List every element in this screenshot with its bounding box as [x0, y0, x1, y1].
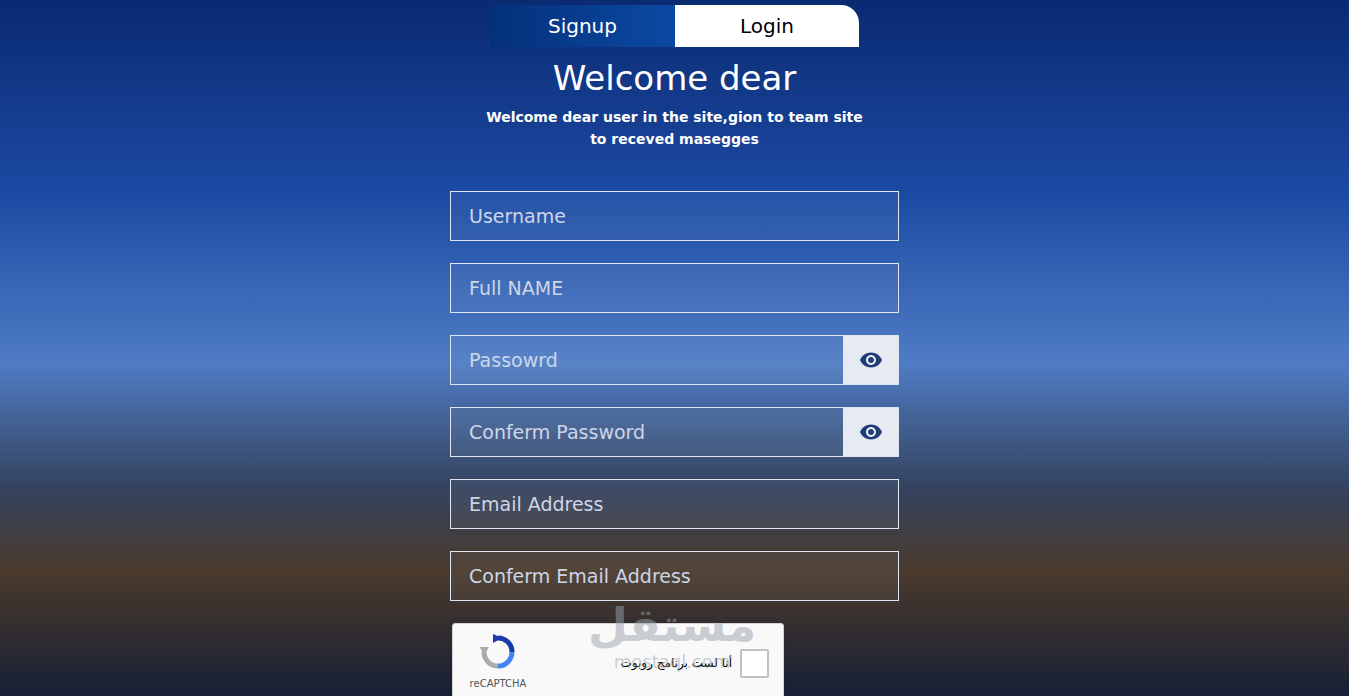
eye-icon: [859, 348, 883, 372]
subtitle-line: to receved masegges: [590, 128, 759, 150]
watermark: مستقلmostaql.com: [588, 598, 756, 672]
show-password-button[interactable]: [843, 408, 898, 456]
text-input[interactable]: [450, 551, 899, 601]
recaptcha-brand: reCAPTCHA: [453, 624, 543, 696]
tab[interactable]: Login: [675, 5, 859, 47]
recaptcha-logo-icon: [480, 634, 516, 670]
recaptcha-checkbox[interactable]: [740, 649, 769, 678]
recaptcha-check: أنا لست برنامج روبوت: [543, 624, 783, 696]
password-input[interactable]: [451, 336, 843, 384]
password-input[interactable]: [451, 408, 843, 456]
text-input[interactable]: [450, 479, 899, 529]
signup-page: SignupLogin Welcome dear Welcome dear user…: [0, 0, 1349, 696]
tab-bar: SignupLogin: [490, 5, 859, 47]
signup-form: SignupLogin Welcome dear Welcome dear user…: [0, 0, 1349, 696]
eye-icon: [859, 420, 883, 444]
recaptcha-label: أنا لست برنامج روبوت: [621, 649, 732, 677]
show-password-button[interactable]: [843, 336, 898, 384]
password-field: [450, 407, 899, 457]
text-input[interactable]: [450, 191, 899, 241]
recaptcha-widget: reCAPTCHA أنا لست برنامج روبوت: [452, 623, 784, 696]
text-input[interactable]: [450, 263, 899, 313]
recaptcha-brand-text: reCAPTCHA: [470, 678, 527, 690]
field-list: [450, 191, 899, 601]
welcome-subtitle: Welcome dear user in the site,gion to te…: [486, 106, 863, 150]
password-field: [450, 335, 899, 385]
watermark-url: mostaql.com: [614, 652, 731, 672]
watermark-text: مستقل: [588, 598, 756, 652]
welcome-heading: Welcome dear: [553, 58, 797, 98]
captcha-row: reCAPTCHA أنا لست برنامج روبوت: [450, 623, 899, 696]
subtitle-line: Welcome dear user in the site,gion to te…: [486, 106, 863, 128]
tab[interactable]: Signup: [490, 5, 675, 47]
